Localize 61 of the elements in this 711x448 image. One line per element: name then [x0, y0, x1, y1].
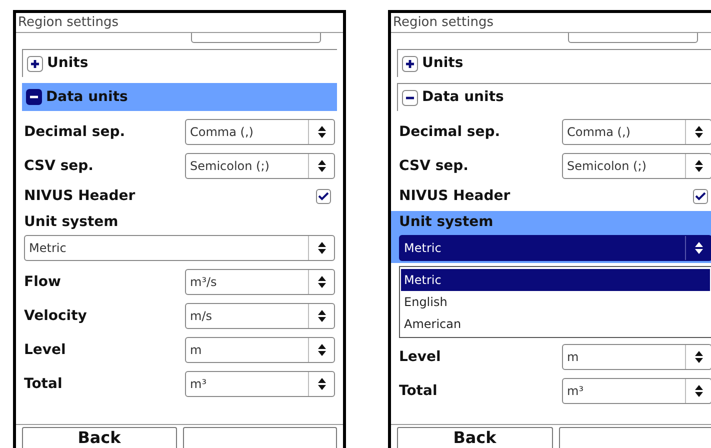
blank-softkey[interactable]	[182, 427, 337, 448]
dropdown-field[interactable]: Metric	[24, 235, 335, 261]
setting-label: Velocity	[24, 306, 87, 326]
group-header[interactable]: Units	[397, 49, 711, 77]
dropdown-field[interactable]: m	[562, 344, 711, 370]
setting-row[interactable]: Unit system Metric	[391, 211, 711, 263]
setting-label: Level	[24, 340, 66, 360]
spinner-arrows-icon	[318, 242, 326, 254]
spinner-arrows-icon	[694, 160, 702, 172]
spinner-arrows-icon	[694, 385, 702, 397]
dropdown-field[interactable]: m³/s	[185, 269, 335, 295]
dropdown-option[interactable]: Metric	[401, 269, 710, 291]
setting-label: CSV sep.	[399, 156, 468, 176]
checkbox[interactable]	[693, 188, 708, 204]
minus-icon[interactable]	[402, 90, 418, 106]
blank-softkey[interactable]	[558, 427, 711, 448]
setting-label: Decimal sep.	[399, 122, 500, 142]
spinner-arrows-icon	[694, 351, 702, 363]
dropdown-field[interactable]: m/s	[185, 303, 335, 329]
spinner-arrows-icon	[318, 160, 326, 172]
group-header[interactable]: Data units	[397, 83, 711, 111]
setting-label: Total	[399, 382, 438, 400]
back-button[interactable]: Back	[22, 427, 176, 448]
spinner-arrows-icon	[694, 126, 702, 138]
setting-label: CSV sep.	[24, 156, 94, 176]
spinner-arrows-icon	[318, 378, 326, 390]
checkbox[interactable]	[316, 188, 331, 204]
plus-icon[interactable]	[27, 56, 43, 72]
spinner-arrows-icon	[318, 126, 326, 138]
spinner-arrows-icon	[318, 276, 326, 288]
spinner-arrows-icon	[694, 242, 702, 254]
minus-icon[interactable]	[26, 89, 42, 105]
spinner-arrows-icon	[318, 344, 326, 356]
dropdown-option[interactable]: American	[401, 313, 710, 335]
back-button[interactable]: Back	[397, 427, 552, 448]
setting-label: Unit system	[399, 213, 494, 232]
dropdown-field[interactable]: m	[185, 337, 335, 363]
dropdown-field[interactable]: Semicolon (;)	[562, 153, 711, 179]
dropdown-field[interactable]: Comma (,)	[562, 119, 711, 145]
window-title: Region settings	[391, 13, 711, 33]
check-icon	[695, 192, 706, 200]
group-header[interactable]: Units	[22, 49, 337, 77]
dropdown-field[interactable]: m³	[562, 378, 711, 404]
window-title: Region settings	[16, 13, 343, 33]
spinner-arrows-icon	[318, 310, 326, 322]
dropdown-field[interactable]: Metric	[399, 235, 711, 261]
check-icon	[318, 192, 329, 200]
dropdown-field[interactable]: Comma (,)	[185, 119, 335, 145]
setting-label: Total	[24, 374, 62, 394]
setting-label: NIVUS Header	[399, 186, 510, 206]
dropdown-field[interactable]: m³	[185, 371, 335, 397]
setting-label: NIVUS Header	[24, 186, 136, 206]
group-header[interactable]: Data units	[22, 83, 337, 111]
setting-label: Decimal sep.	[24, 122, 126, 142]
dropdown-field[interactable]: Semicolon (;)	[185, 153, 335, 179]
dropdown-option[interactable]: English	[401, 291, 710, 313]
setting-label: Flow	[24, 272, 61, 292]
setting-label: Unit system	[24, 213, 120, 232]
setting-row[interactable]: Unit system Metric	[16, 211, 343, 263]
setting-label: Level	[399, 348, 441, 366]
plus-icon[interactable]	[402, 56, 418, 72]
